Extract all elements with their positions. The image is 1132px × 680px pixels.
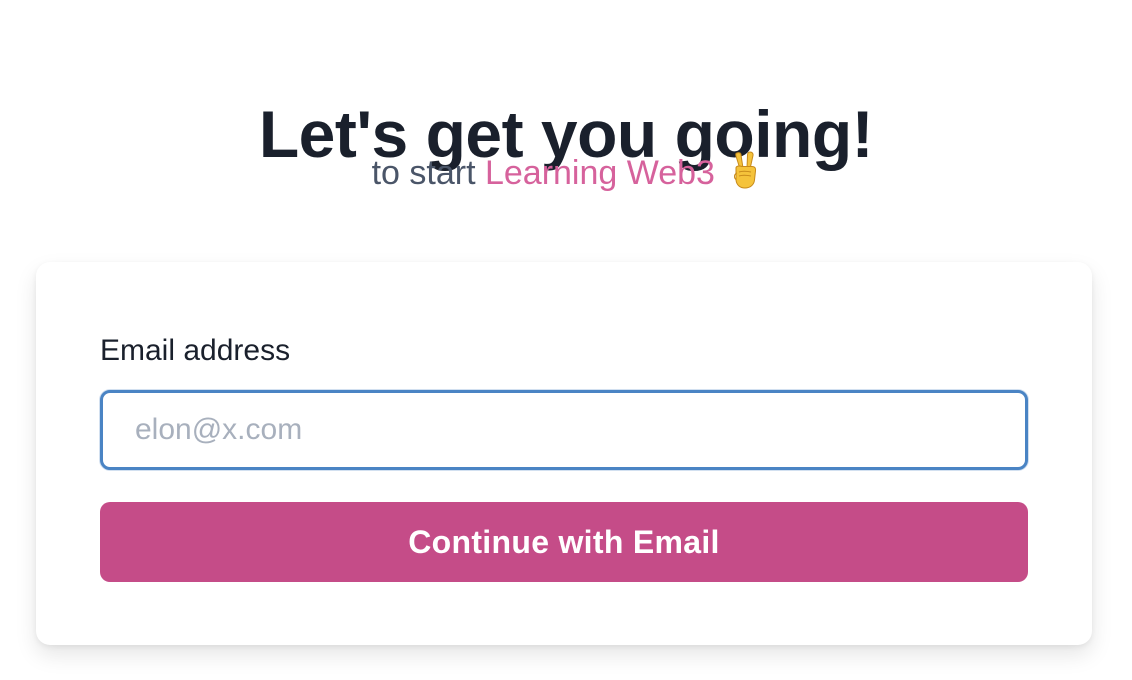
- victory-hand-icon: [730, 150, 760, 190]
- signup-page: Let's get you going! to start Learning W…: [0, 0, 1132, 680]
- email-input[interactable]: [100, 390, 1028, 470]
- subtitle-prefix: to start: [371, 154, 485, 192]
- subtitle-accent: Learning Web3: [484, 154, 715, 192]
- signup-card: Email address Continue with Email: [36, 262, 1092, 645]
- email-label: Email address: [100, 334, 291, 367]
- page-subtitle: to start Learning Web3: [0, 150, 1132, 195]
- continue-with-email-button[interactable]: Continue with Email: [100, 502, 1028, 582]
